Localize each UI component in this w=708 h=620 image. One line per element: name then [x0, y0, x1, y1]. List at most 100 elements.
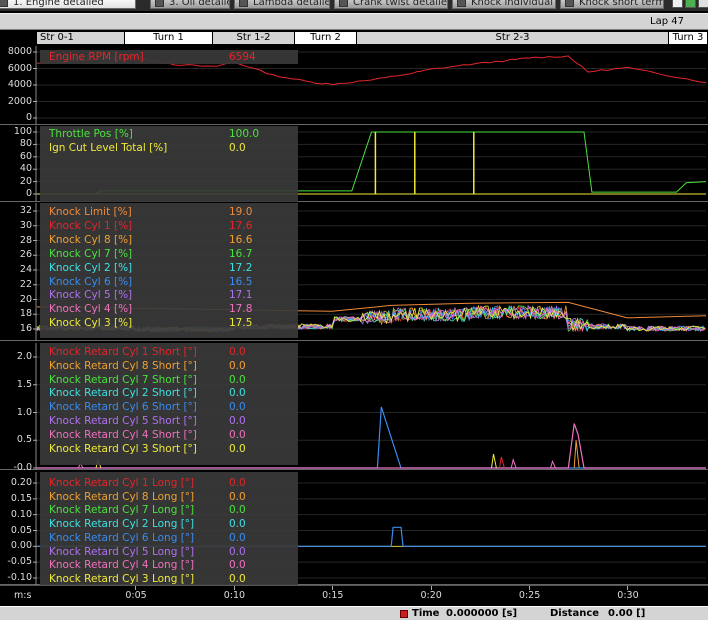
legend-channel-name[interactable]: Knock Retard Cyl 3 Short [°]	[49, 443, 197, 455]
x-tick-mark	[430, 586, 432, 590]
y-tick-label: 22	[19, 278, 32, 290]
minimize-icon[interactable]	[672, 0, 683, 8]
legend-channel-name[interactable]: Knock Cyl 5 [%]	[49, 289, 132, 301]
legend-channel-name[interactable]: Knock Cyl 6 [%]	[49, 276, 132, 288]
retard-short-spike	[573, 440, 580, 469]
knock-level-panel[interactable]: 32 30 28 26 24 22 20 18 16 Knock Limit [%] 19.0 Kn…	[0, 203, 708, 341]
legend-channel-value: 0.0	[229, 572, 246, 585]
legend-channel-value: 0.0	[229, 504, 246, 517]
time-marker-icon	[400, 610, 408, 618]
legend-channel-value: 0.0	[229, 477, 246, 489]
retard-short-panel[interactable]: 2.0 1.5 1.0 0.5 -0.0 Knock Retard Cyl 1 Shor…	[0, 343, 708, 470]
y-tick-label: 8000	[7, 46, 32, 57]
tab-knock-short-term[interactable]: Knock short term	[560, 0, 664, 9]
x-tick-mark	[332, 586, 334, 590]
legend-channel-name[interactable]: Knock Retard Cyl 5 Long [°]	[49, 546, 194, 558]
y-tick-label: 100	[13, 126, 32, 137]
legend-channel-name[interactable]: Knock Retard Cyl 6 Long [°]	[49, 532, 194, 544]
tab-oil-detailed[interactable]: 3. Oil detailed	[150, 0, 230, 9]
legend-channel-name[interactable]: Engine RPM [rpm]	[49, 51, 144, 63]
x-tick-mark	[233, 586, 235, 590]
legend-channel-name[interactable]: Ign Cut Level Total [%]	[49, 142, 167, 154]
throttle-panel[interactable]: 100 80 60 40 20 0 Throttle Pos [%] 100.0 Ign Cu…	[0, 126, 708, 202]
x-tick-mark	[528, 586, 530, 590]
y-tick-label: 0.00	[10, 540, 32, 552]
y-tick-label: -0.10	[7, 572, 32, 583]
document-icon	[239, 0, 248, 7]
legend-channel-name[interactable]: Knock Cyl 2 [%]	[49, 262, 132, 274]
legend-channel-name[interactable]: Knock Retard Cyl 6 Short [°]	[49, 401, 197, 413]
legend-channel-name[interactable]: Knock Retard Cyl 2 Long [°]	[49, 518, 194, 530]
legend-channel-name[interactable]: Knock Cyl 4 [%]	[49, 303, 132, 315]
sector-str-0-1[interactable]: Str 0-1	[37, 32, 125, 44]
legend-channel-name[interactable]: Throttle Pos [%]	[49, 128, 133, 140]
legend-channel-name[interactable]: Knock Retard Cyl 4 Short [°]	[49, 429, 197, 441]
time-label: Time	[412, 608, 440, 619]
legend-channel-value: 19.0	[229, 206, 253, 218]
y-tick-label: 60	[19, 150, 32, 162]
legend-channel-value: 0.0	[229, 490, 246, 503]
legend-channel-name[interactable]: Knock Limit [%]	[49, 206, 132, 218]
restore-icon[interactable]	[685, 0, 696, 8]
y-tick-label: 0.5	[16, 434, 32, 446]
legend-channel-value: 0.0	[229, 142, 246, 154]
document-icon	[155, 0, 164, 7]
x-unit-label: m:s	[14, 590, 32, 601]
time-axis: m:s 0:05 0:10 0:15 0:20 0:25 0:30	[0, 585, 708, 607]
document-icon	[339, 0, 348, 7]
status-bar: Time 0.000000 [s] Distance 0.00 []	[0, 606, 708, 620]
legend-channel-name[interactable]: Knock Retard Cyl 8 Long [°]	[49, 491, 194, 503]
y-tick-label: 18	[19, 308, 32, 320]
y-tick-label: 20	[19, 175, 32, 187]
legend-channel-name[interactable]: Knock Cyl 7 [%]	[49, 248, 132, 260]
y-tick-label: 40	[19, 163, 32, 175]
legend-channel-value: 16.7	[229, 247, 253, 260]
tab-lambda-detailed[interactable]: Lambda detailed	[234, 0, 330, 9]
legend-channel-value: 0.0	[229, 442, 246, 455]
sector-turn-1[interactable]: Turn 1	[125, 32, 213, 44]
retard-long-panel[interactable]: 0.20 0.15 0.10 0.05 0.00 -0.05 -0.10 Knock Ret…	[0, 472, 708, 585]
y-tick-label: 26	[19, 249, 32, 261]
legend-channel-value: 17.2	[229, 261, 253, 274]
legend-channel-name[interactable]: Knock Retard Cyl 7 Short [°]	[49, 374, 197, 386]
sector-turn-3[interactable]: Turn 3	[669, 32, 708, 44]
distance-label: Distance	[550, 608, 600, 619]
legend-channel-name[interactable]: Knock Cyl 8 [%]	[49, 234, 132, 246]
x-tick-label: 0:15	[322, 590, 344, 601]
legend-channel-value: 0.0	[229, 415, 246, 427]
legend-channel-name[interactable]: Knock Retard Cyl 7 Long [°]	[49, 504, 194, 516]
distance-value: 0.00 []	[608, 608, 646, 619]
close-icon[interactable]	[698, 0, 708, 8]
y-tick-label: 20	[19, 293, 32, 305]
legend-channel-value: 0.0	[229, 545, 246, 558]
y-tick-label: 1.5	[16, 378, 32, 390]
legend-channel-name[interactable]: Knock Retard Cyl 3 Long [°]	[49, 573, 194, 585]
legend-channel-name[interactable]: Knock Retard Cyl 8 Short [°]	[49, 360, 197, 372]
sector-str-1-2[interactable]: Str 1-2	[213, 32, 295, 44]
legend-channel-name[interactable]: Knock Cyl 3 [%]	[49, 317, 132, 329]
legend-channel-name[interactable]: Knock Retard Cyl 5 Short [°]	[49, 415, 197, 427]
legend-channel-value: 16.6	[229, 233, 253, 246]
document-icon	[565, 0, 574, 7]
telemetry-window: { "tabs": [ {"label": "1. Engine detaile…	[0, 0, 708, 620]
legend-channel-name[interactable]: Knock Cyl 1 [%]	[49, 220, 132, 232]
tab-crank-twist-detailed[interactable]: Crank twist detailed	[334, 0, 448, 9]
lap-number: Lap 47	[650, 16, 684, 27]
tab-engine-detailed[interactable]: 1. Engine detailed	[0, 0, 136, 9]
y-tick-label: 24	[19, 264, 32, 275]
legend-channel-name[interactable]: Knock Retard Cyl 1 Short [°]	[49, 346, 197, 358]
legend-channel-name[interactable]: Knock Retard Cyl 4 Long [°]	[49, 559, 194, 571]
sector-str-2-3[interactable]: Str 2-3	[357, 32, 669, 44]
document-icon	[457, 0, 466, 7]
y-tick-label: 0	[25, 112, 32, 123]
rpm-panel[interactable]: 8000 6000 4000 2000 0 Engine RPM [rpm] 6594	[0, 46, 708, 125]
x-tick-label: 0:05	[125, 590, 147, 601]
legend-channel-value: 0.0	[229, 518, 246, 531]
sector-bar: Str 0-1 Turn 1 Str 1-2 Turn 2 Str 2-3 Tu…	[37, 31, 708, 45]
tab-knock-individual[interactable]: Knock individual	[452, 0, 556, 9]
sector-turn-2[interactable]: Turn 2	[295, 32, 357, 44]
legend-channel-name[interactable]: Knock Retard Cyl 1 Long [°]	[49, 477, 194, 489]
x-tick-label: 0:25	[518, 590, 541, 601]
legend-channel-name[interactable]: Knock Retard Cyl 2 Short [°]	[49, 387, 197, 399]
tab-strip: 1. Engine detailed 3. Oil detailed Lambd…	[0, 0, 708, 11]
